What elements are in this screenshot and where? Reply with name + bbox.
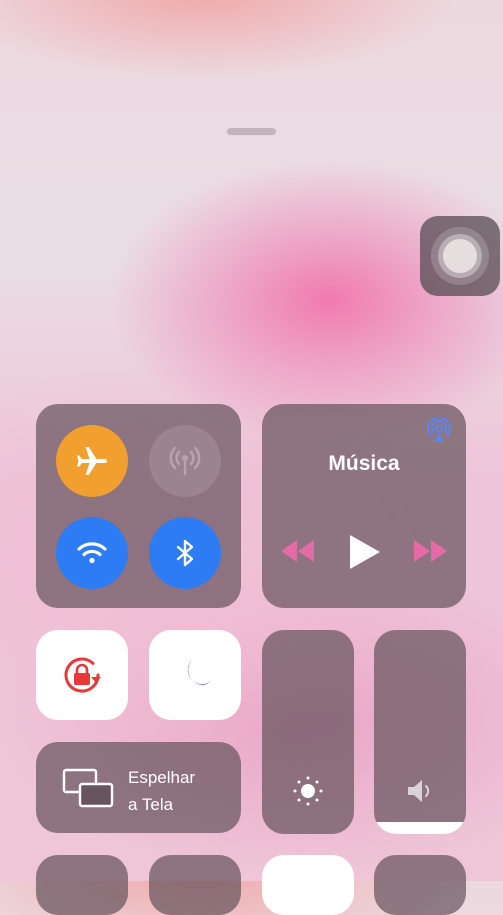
bluetooth-button[interactable]	[149, 517, 221, 589]
cellular-data-button[interactable]	[149, 425, 221, 497]
camera-button[interactable]	[374, 855, 466, 915]
speaker-icon	[408, 780, 430, 802]
screen-mirroring-label: Espelhar a Tela	[128, 768, 196, 814]
music-title: Música	[328, 452, 400, 475]
moon-icon	[187, 659, 211, 685]
fast-forward-icon[interactable]	[412, 540, 448, 562]
brightness-slider[interactable]	[262, 630, 354, 834]
screen-recording-button[interactable]	[262, 855, 354, 915]
do-not-disturb-button[interactable]	[149, 630, 241, 720]
bluetooth-icon	[176, 539, 194, 567]
airplay-icon[interactable]	[426, 418, 452, 444]
airplane-icon	[76, 447, 108, 475]
flashlight-button[interactable]	[36, 855, 128, 915]
drag-handle[interactable]	[227, 128, 276, 135]
rotation-lock-button[interactable]	[36, 630, 128, 720]
assistive-touch-button[interactable]	[420, 216, 500, 296]
connectivity-panel	[36, 404, 241, 608]
timer-button[interactable]	[149, 855, 241, 915]
music-panel[interactable]: Música	[262, 404, 466, 608]
screen-mirroring-button[interactable]: Espelhar a Tela	[36, 742, 241, 833]
wifi-button[interactable]	[56, 517, 128, 589]
wifi-icon	[77, 542, 107, 564]
rotation-lock-icon	[64, 657, 101, 693]
airplane-mode-button[interactable]	[56, 425, 128, 497]
screen-mirroring-icon	[62, 768, 114, 808]
play-icon[interactable]	[346, 533, 382, 571]
volume-slider[interactable]	[374, 630, 466, 834]
antenna-icon	[169, 446, 201, 476]
rewind-icon[interactable]	[280, 540, 316, 562]
sun-icon	[293, 776, 323, 806]
volume-level	[374, 821, 466, 834]
